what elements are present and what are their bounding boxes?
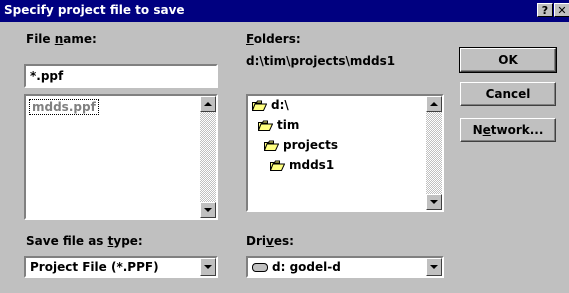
chevron-down-icon [430, 265, 438, 269]
cancel-button[interactable]: Cancel [460, 82, 556, 106]
close-button[interactable]: ✕ [554, 3, 569, 17]
tree-item[interactable]: projects [264, 138, 338, 152]
save-type-label: Save file as type: [26, 234, 143, 248]
tree-item[interactable]: mdds1 [270, 158, 334, 172]
open-folder-icon [258, 120, 273, 131]
file-name-input[interactable]: *.ppf [24, 64, 218, 88]
arrow-up-icon [204, 102, 212, 106]
file-list-scrollbar[interactable] [200, 96, 216, 218]
hard-drive-icon [252, 262, 268, 272]
arrow-down-icon [204, 208, 212, 212]
scroll-up-button[interactable] [200, 96, 216, 112]
save-type-select[interactable]: Project File (*.PPF) [24, 256, 218, 278]
arrow-down-icon [430, 200, 438, 204]
network-button[interactable]: Ne twork... [460, 118, 556, 142]
save-type-value: Project File (*.PPF) [30, 260, 159, 274]
folder-tree[interactable]: d:\ tim projects mdds1 [246, 94, 444, 212]
ok-button[interactable]: OK [459, 47, 557, 73]
help-button[interactable]: ? [537, 3, 553, 17]
open-folder-icon [252, 100, 267, 111]
arrow-up-icon [430, 102, 438, 106]
title-bar[interactable]: Specify project file to save ? ✕ [0, 0, 569, 22]
drives-label: Drives: [246, 234, 294, 248]
scroll-down-button[interactable] [426, 194, 442, 210]
file-list[interactable]: mdds.ppf [24, 94, 218, 220]
current-path: d:\tim\projects\mdds1 [246, 54, 396, 68]
drives-select[interactable]: d: godel-d [246, 256, 444, 278]
tree-item[interactable]: tim [258, 118, 299, 132]
list-item[interactable]: mdds.ppf [29, 99, 99, 115]
scroll-up-button[interactable] [426, 96, 442, 112]
chevron-down-icon [204, 265, 212, 269]
dropdown-button[interactable] [426, 258, 442, 276]
open-folder-icon [264, 140, 279, 151]
drives-value: d: godel-d [252, 260, 341, 274]
tree-item[interactable]: d:\ [252, 98, 289, 112]
folders-label: Folders: [246, 32, 301, 46]
file-name-label: File name: [26, 32, 97, 46]
window-title: Specify project file to save [4, 3, 185, 17]
save-dialog: Specify project file to save ? ✕ File na… [0, 0, 569, 293]
open-folder-icon [270, 160, 285, 171]
folder-tree-scrollbar[interactable] [426, 96, 442, 210]
dropdown-button[interactable] [200, 258, 216, 276]
scroll-down-button[interactable] [200, 202, 216, 218]
